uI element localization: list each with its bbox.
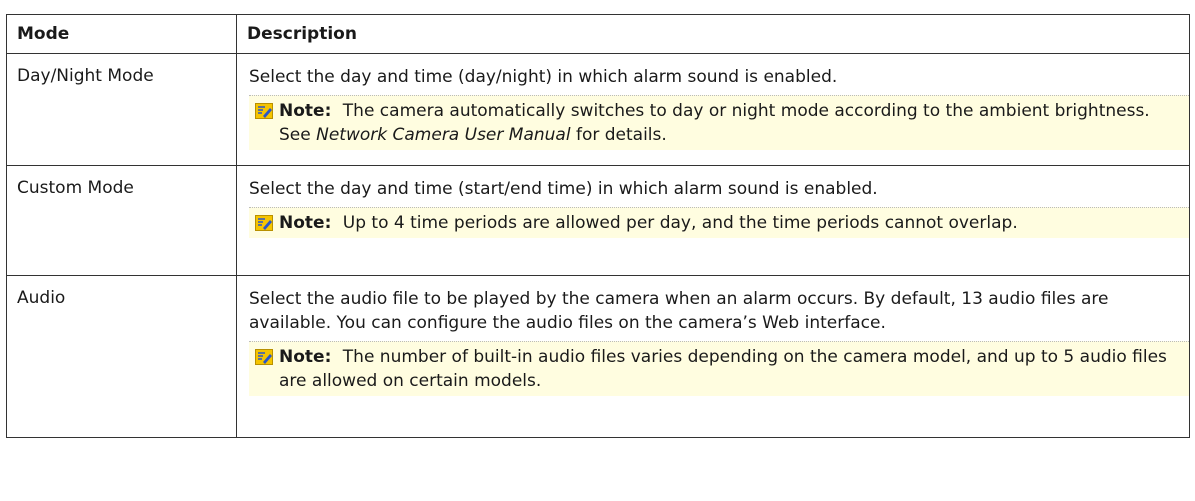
description-text: Select the audio file to be played by th… bbox=[249, 289, 1109, 333]
description-cell: Select the day and time (start/end time)… bbox=[236, 165, 1190, 276]
description-text: Select the day and time (start/end time)… bbox=[249, 179, 878, 199]
description-cell: Select the day and time (day/night) in w… bbox=[236, 53, 1190, 166]
note-text: Note: The camera automatically switches … bbox=[279, 99, 1177, 147]
table-row: Audio Select the audio file to be played… bbox=[6, 275, 1190, 438]
manual-title: Network Camera User Manual bbox=[316, 125, 571, 145]
note-text-body: The number of built-in audio files varie… bbox=[279, 347, 1167, 391]
note-label: Note: bbox=[279, 101, 332, 121]
mode-cell: Custom Mode bbox=[6, 165, 237, 276]
note-pencil-icon bbox=[249, 211, 279, 235]
note-text-after: for details. bbox=[570, 125, 667, 145]
note-label: Note: bbox=[279, 213, 332, 233]
mode-description-table: Mode Description Day/Night Mode Select t… bbox=[6, 14, 1190, 438]
table-row: Day/Night Mode Select the day and time (… bbox=[6, 53, 1190, 166]
note-text-body: Up to 4 time periods are allowed per day… bbox=[342, 213, 1018, 233]
header-description: Description bbox=[236, 14, 1190, 54]
description-cell: Select the audio file to be played by th… bbox=[236, 275, 1190, 438]
note-box: Note: The camera automatically switches … bbox=[249, 95, 1189, 150]
note-text: Note: The number of built-in audio files… bbox=[279, 345, 1177, 393]
mode-cell: Day/Night Mode bbox=[6, 53, 237, 166]
header-mode: Mode bbox=[6, 14, 237, 54]
description-text: Select the day and time (day/night) in w… bbox=[249, 67, 838, 87]
note-text: Note: Up to 4 time periods are allowed p… bbox=[279, 211, 1177, 235]
note-pencil-icon bbox=[249, 345, 279, 369]
note-box: Note: The number of built-in audio files… bbox=[249, 341, 1189, 396]
note-box: Note: Up to 4 time periods are allowed p… bbox=[249, 207, 1189, 238]
note-pencil-icon bbox=[249, 99, 279, 123]
table-row: Custom Mode Select the day and time (sta… bbox=[6, 165, 1190, 276]
mode-cell: Audio bbox=[6, 275, 237, 438]
table-header-row: Mode Description bbox=[6, 14, 1190, 54]
note-label: Note: bbox=[279, 347, 332, 367]
